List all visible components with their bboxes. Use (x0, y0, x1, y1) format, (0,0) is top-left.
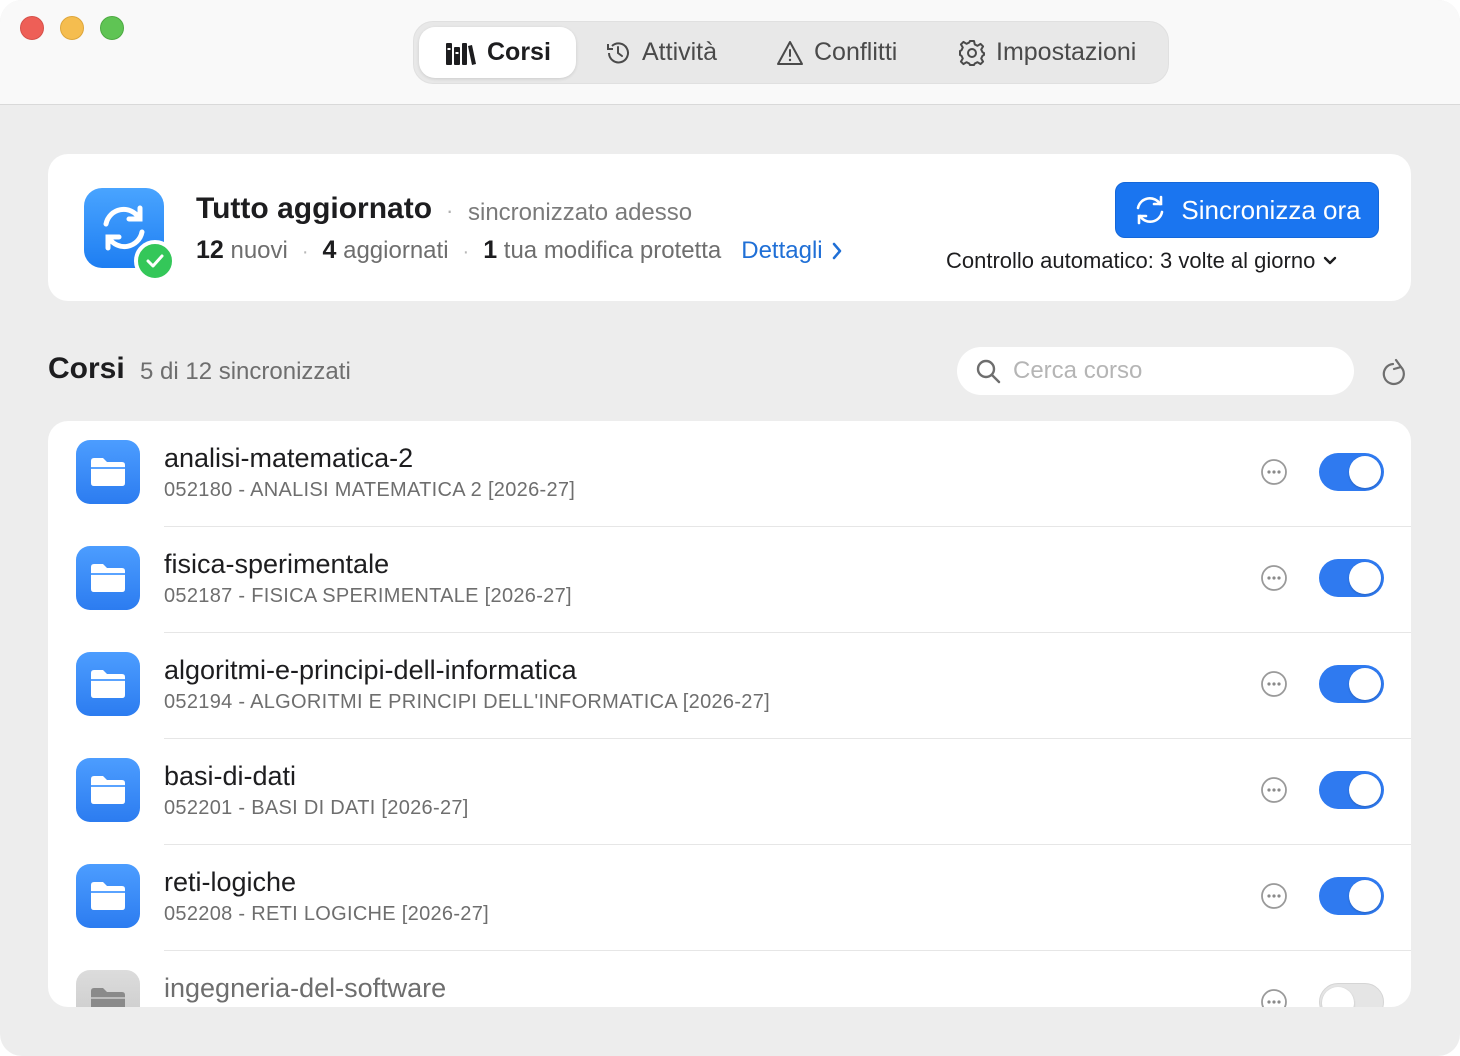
sync-toggle[interactable] (1319, 877, 1384, 915)
protected-count: 1 (483, 236, 498, 264)
course-code: 052187 - FISICA SPERIMENTALE [2026-27] (164, 585, 572, 607)
more-options-icon[interactable] (1260, 988, 1288, 1007)
new-count: 12 (196, 236, 224, 264)
tab-conflitti[interactable]: Conflitti (762, 27, 911, 78)
chevron-right-icon (832, 242, 841, 260)
status-title: Tutto aggiornato (196, 192, 433, 225)
tab-impostazioni-label: Impostazioni (996, 38, 1137, 66)
course-name: analisi-matematica-2 (164, 443, 414, 473)
folder-icon (76, 440, 140, 504)
search-icon (976, 359, 1001, 384)
sync-toggle[interactable] (1319, 559, 1384, 597)
toggle-knob (1349, 880, 1381, 912)
course-list: analisi-matematica-2 052180 - ANALISI MA… (48, 421, 1411, 1007)
sync-toggle[interactable] (1319, 771, 1384, 809)
updated-label: aggiornati (343, 237, 449, 264)
stats-separator: · (301, 241, 309, 263)
search-placeholder: Cerca corso (1013, 357, 1143, 384)
folder-icon (76, 546, 140, 610)
toggle-knob (1349, 774, 1381, 806)
stats-separator: · (462, 241, 470, 263)
sync-now-button[interactable]: Sincronizza ora (1115, 182, 1379, 238)
list-item[interactable]: ingegneria-del-software (48, 951, 1411, 1007)
new-label: nuovi (230, 237, 288, 264)
window-zoom-button[interactable] (100, 16, 124, 40)
books-icon (446, 42, 476, 65)
refresh-icon (1382, 358, 1405, 386)
more-options-icon[interactable] (1260, 776, 1288, 804)
gear-icon (959, 39, 985, 66)
list-item[interactable]: algoritmi-e-principi-dell-informatica 05… (48, 633, 1411, 739)
folder-icon (76, 864, 140, 928)
tab-corsi[interactable]: Corsi (419, 27, 576, 78)
status-separator: · (446, 198, 454, 223)
chevron-down-icon (1324, 256, 1337, 265)
history-icon (607, 41, 629, 63)
tab-bar: Corsi Attività Conflitti Impostazioni (413, 21, 1169, 84)
tab-attivita-label: Attività (642, 38, 718, 66)
more-options-icon[interactable] (1260, 882, 1288, 910)
refresh-button[interactable] (1376, 356, 1410, 390)
course-name: algoritmi-e-principi-dell-informatica (164, 655, 577, 685)
sync-toggle[interactable] (1319, 665, 1384, 703)
protected-label: tua modifica protetta (503, 237, 722, 264)
check-icon (134, 240, 176, 282)
more-options-icon[interactable] (1260, 458, 1288, 486)
course-name: reti-logiche (164, 867, 297, 897)
sync-stats: 12 nuovi · 4 aggiornati · 1 tua modifica… (196, 236, 843, 265)
toggle-knob (1322, 987, 1354, 1007)
sync-status-card: Tutto aggiornato · sincronizzato adesso … (48, 154, 1411, 301)
section-subtitle: 5 di 12 sincronizzati (140, 358, 351, 385)
window-minimize-button[interactable] (60, 16, 84, 40)
sync-icon (1137, 195, 1164, 225)
details-link[interactable]: Dettagli (741, 237, 842, 265)
details-link-label: Dettagli (741, 237, 823, 264)
titlebar: Corsi Attività Conflitti Impostazioni (0, 0, 1460, 105)
course-code: 052208 - RETI LOGICHE [2026-27] (164, 903, 490, 925)
auto-check-label: Controllo automatico: 3 volte al giorno (946, 248, 1316, 273)
course-name: fisica-sperimentale (164, 549, 390, 579)
tab-attivita[interactable]: Attività (590, 27, 731, 78)
course-name: basi-di-dati (164, 761, 297, 791)
course-name: ingegneria-del-software (164, 973, 447, 1003)
list-item[interactable]: reti-logiche 052208 - RETI LOGICHE [2026… (48, 845, 1411, 951)
more-options-icon[interactable] (1260, 670, 1288, 698)
sync-toggle[interactable] (1319, 453, 1384, 491)
toggle-knob (1349, 668, 1381, 700)
section-title: Corsi (48, 352, 125, 385)
course-code: 052180 - ANALISI MATEMATICA 2 [2026-27] (164, 479, 576, 501)
status-subtitle: sincronizzato adesso (468, 199, 693, 226)
toggle-knob (1349, 562, 1381, 594)
window-close-button[interactable] (20, 16, 44, 40)
list-item[interactable]: fisica-sperimentale 052187 - FISICA SPER… (48, 527, 1411, 633)
tab-corsi-label: Corsi (487, 38, 551, 66)
updated-count: 4 (322, 236, 337, 264)
more-options-icon[interactable] (1260, 564, 1288, 592)
warning-icon (777, 40, 803, 65)
toggle-knob (1349, 456, 1381, 488)
tab-conflitti-label: Conflitti (814, 38, 898, 66)
search-input[interactable]: Cerca corso (957, 347, 1354, 395)
list-item[interactable]: basi-di-dati 052201 - BASI DI DATI [2026… (48, 739, 1411, 845)
folder-icon (76, 652, 140, 716)
course-code: 052201 - BASI DI DATI [2026-27] (164, 797, 469, 819)
tab-impostazioni[interactable]: Impostazioni (944, 27, 1150, 78)
app-window: Corsi Attività Conflitti Impostazioni Tu… (0, 0, 1460, 1056)
folder-icon (76, 758, 140, 822)
course-code: 052194 - ALGORITMI E PRINCIPI DELL'INFOR… (164, 691, 771, 713)
sync-toggle[interactable] (1319, 983, 1384, 1007)
auto-check-dropdown[interactable]: Controllo automatico: 3 volte al giorno (946, 248, 1337, 274)
sync-now-label: Sincronizza ora (1181, 194, 1361, 225)
folder-icon (76, 970, 140, 1007)
list-item[interactable]: analisi-matematica-2 052180 - ANALISI MA… (48, 421, 1411, 527)
